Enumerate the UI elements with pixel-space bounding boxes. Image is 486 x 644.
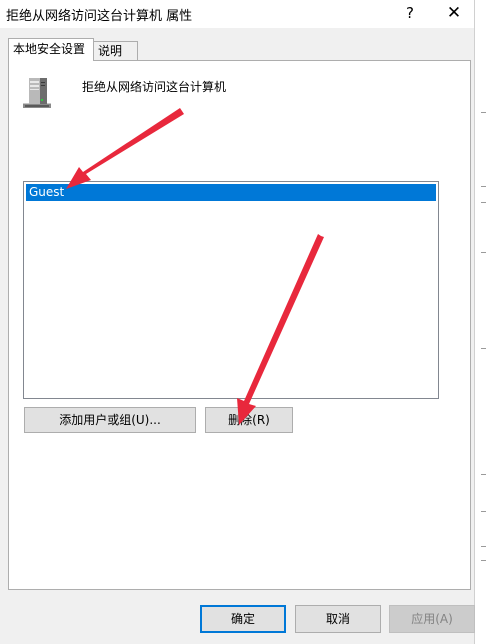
help-button[interactable]: ? [390,0,430,28]
edge-tick [481,560,486,561]
list-item-guest[interactable]: Guest [26,184,436,201]
tab-explain[interactable]: 说明 [93,41,138,61]
edge-tick [481,202,486,203]
remove-button[interactable]: 删除(R) [205,407,293,433]
edge-tick [481,474,486,475]
policy-name: 拒绝从网络访问这台计算机 [82,80,227,94]
tab-local-security-setting[interactable]: 本地安全设置 [8,38,94,61]
properties-dialog: 拒绝从网络访问这台计算机 属性 ? ✕ 本地安全设置 说明 拒绝从网络访问这台计… [0,0,486,644]
edge-tick [481,511,486,512]
edge-tick [481,546,486,547]
close-button[interactable]: ✕ [434,0,474,28]
edge-tick [481,348,486,349]
principals-listbox[interactable]: Guest [23,181,439,399]
ok-button[interactable]: 确定 [200,605,286,633]
edge-tick [481,186,486,187]
apply-button: 应用(A) [389,605,475,633]
background-window-edge [474,0,486,644]
add-user-or-group-button[interactable]: 添加用户或组(U)... [24,407,196,433]
cancel-button[interactable]: 取消 [295,605,381,633]
edge-tick [481,112,486,113]
title-bar: 拒绝从网络访问这台计算机 属性 ? ✕ [0,0,474,28]
window-title: 拒绝从网络访问这台计算机 属性 [6,9,193,24]
edge-tick [481,252,486,253]
server-icon [23,78,51,108]
